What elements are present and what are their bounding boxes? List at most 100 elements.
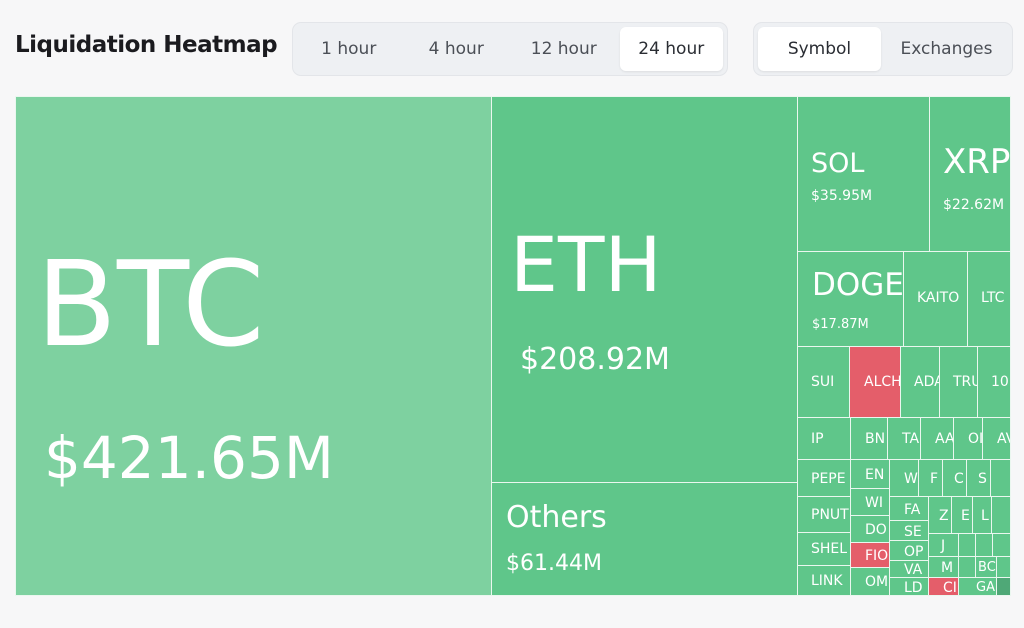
tile-w[interactable]: W — [889, 459, 919, 497]
tile-s[interactable]: S — [966, 459, 991, 497]
tile-symbol: BN — [865, 431, 886, 447]
tile-symbol: SHEL — [811, 541, 848, 557]
tile-symbol: M — [941, 560, 954, 576]
tile-symbol: SUI — [811, 374, 835, 390]
tile-bc[interactable]: BC — [975, 556, 997, 578]
tile-small[interactable] — [996, 577, 1011, 596]
tile-symbol: PEPE — [811, 471, 846, 487]
timeframe-4h-button[interactable]: 4 hour — [405, 27, 509, 71]
tile-symbol: CI — [943, 580, 957, 596]
tile-small[interactable] — [958, 533, 976, 557]
tile-symbol: DO — [865, 522, 887, 538]
tile-10[interactable]: 10 — [977, 346, 1011, 418]
tile-wi[interactable]: WI — [850, 488, 890, 516]
tile-tru[interactable]: TRU — [939, 346, 978, 418]
tile-symbol: C — [954, 471, 964, 487]
tile-symbol: S — [978, 471, 987, 487]
tile-ta[interactable]: TA — [887, 417, 921, 460]
tile-av[interactable]: AV — [982, 417, 1011, 460]
tile-symbol: L — [981, 508, 989, 524]
tile-symbol: KAITO — [917, 290, 960, 306]
tile-symbol: IP — [811, 431, 824, 447]
tile-small[interactable] — [992, 533, 1011, 557]
tile-value: $17.87M — [812, 317, 869, 332]
tile-f[interactable]: F — [918, 459, 943, 497]
tile-fa[interactable]: FA — [889, 496, 929, 521]
tile-value: $22.62M — [943, 197, 1005, 213]
tile-symbol: SE — [904, 524, 922, 540]
tile-kaito[interactable]: KAITO — [903, 251, 968, 347]
tile-alch[interactable]: ALCH — [849, 346, 901, 418]
tile-va[interactable]: VA — [889, 560, 929, 578]
tile-pnut[interactable]: PNUT — [797, 496, 851, 533]
tile-small[interactable] — [990, 459, 1011, 497]
tile-symbol: LTC — [981, 290, 1005, 306]
tile-en[interactable]: EN — [850, 459, 890, 489]
tile-btc[interactable]: BTC $421.65M — [15, 96, 492, 596]
view-symbol-button[interactable]: Symbol — [758, 27, 881, 71]
tile-ci[interactable]: CI — [928, 577, 959, 596]
tile-value: $208.92M — [520, 342, 670, 377]
tile-c[interactable]: C — [942, 459, 967, 497]
tile-fio[interactable]: FIO — [850, 542, 890, 568]
tile-do[interactable]: DO — [850, 515, 890, 543]
timeframe-24h-button[interactable]: 24 hour — [619, 27, 723, 71]
tile-symbol: WI — [865, 495, 883, 511]
tile-small[interactable] — [991, 496, 1011, 534]
tile-symbol: Others — [506, 500, 607, 535]
tile-ada[interactable]: ADA — [900, 346, 940, 418]
tile-ga[interactable]: GA — [958, 577, 997, 596]
timeframe-12h-button[interactable]: 12 hour — [512, 27, 616, 71]
tile-sui[interactable]: SUI — [797, 346, 850, 418]
tile-symbol: BC — [978, 560, 996, 575]
tile-symbol: OP — [904, 544, 924, 560]
view-selector: Symbol Exchanges — [753, 22, 1013, 76]
timeframe-1h-button[interactable]: 1 hour — [297, 27, 401, 71]
tile-bn[interactable]: BN — [850, 417, 888, 460]
tile-small[interactable] — [975, 533, 993, 557]
tile-symbol: EN — [865, 467, 885, 483]
tile-z[interactable]: Z — [928, 496, 952, 534]
tile-shel[interactable]: SHEL — [797, 532, 851, 566]
tile-eth[interactable]: ETH $208.92M — [491, 96, 798, 483]
tile-xrp[interactable]: XRP $22.62M — [929, 96, 1011, 252]
tile-symbol: PNUT — [811, 507, 849, 523]
tile-oi[interactable]: OI — [953, 417, 983, 460]
tile-op[interactable]: OP — [889, 540, 929, 561]
page-title: Liquidation Heatmap — [15, 32, 278, 58]
tile-symbol: XRP — [943, 142, 1011, 182]
tile-symbol: Z — [939, 508, 949, 524]
tile-symbol: SOL — [811, 148, 865, 179]
tile-ip[interactable]: IP — [797, 417, 851, 460]
tile-others[interactable]: Others $61.44M — [491, 482, 798, 596]
timeframe-selector: 1 hour 4 hour 12 hour 24 hour — [292, 22, 728, 76]
tile-pepe[interactable]: PEPE — [797, 459, 851, 497]
tile-symbol: F — [930, 471, 939, 487]
tile-sol[interactable]: SOL $35.95M — [797, 96, 930, 252]
tile-value: $61.44M — [506, 551, 602, 576]
tile-symbol: LINK — [811, 573, 843, 589]
tile-small[interactable] — [996, 556, 1011, 578]
view-exchanges-button[interactable]: Exchanges — [885, 27, 1008, 71]
tile-ld[interactable]: LD — [889, 577, 929, 596]
tile-om[interactable]: OM — [850, 567, 890, 596]
tile-m[interactable]: M — [928, 556, 959, 578]
tile-small[interactable] — [958, 556, 976, 578]
tile-symbol: TRU — [953, 374, 977, 390]
tile-e[interactable]: E — [951, 496, 973, 534]
tile-j[interactable]: J — [928, 533, 959, 557]
tile-symbol: AA — [935, 431, 954, 447]
tile-aa[interactable]: AA — [920, 417, 954, 460]
tile-symbol: TA — [902, 431, 920, 447]
tile-l[interactable]: L — [972, 496, 992, 534]
tile-ltc[interactable]: LTC — [967, 251, 1011, 347]
tile-symbol: FIO — [865, 548, 889, 564]
tile-link[interactable]: LINK — [797, 565, 851, 596]
tile-symbol: OI — [968, 431, 983, 447]
liquidation-treemap: BTC $421.65M ETH $208.92M Others $61.44M… — [15, 96, 1011, 596]
tile-symbol: BTC — [36, 235, 265, 373]
tile-doge[interactable]: DOGE $17.87M — [797, 251, 904, 347]
tile-symbol: W — [904, 471, 918, 487]
tile-symbol: J — [941, 538, 946, 554]
tile-se[interactable]: SE — [889, 520, 929, 541]
